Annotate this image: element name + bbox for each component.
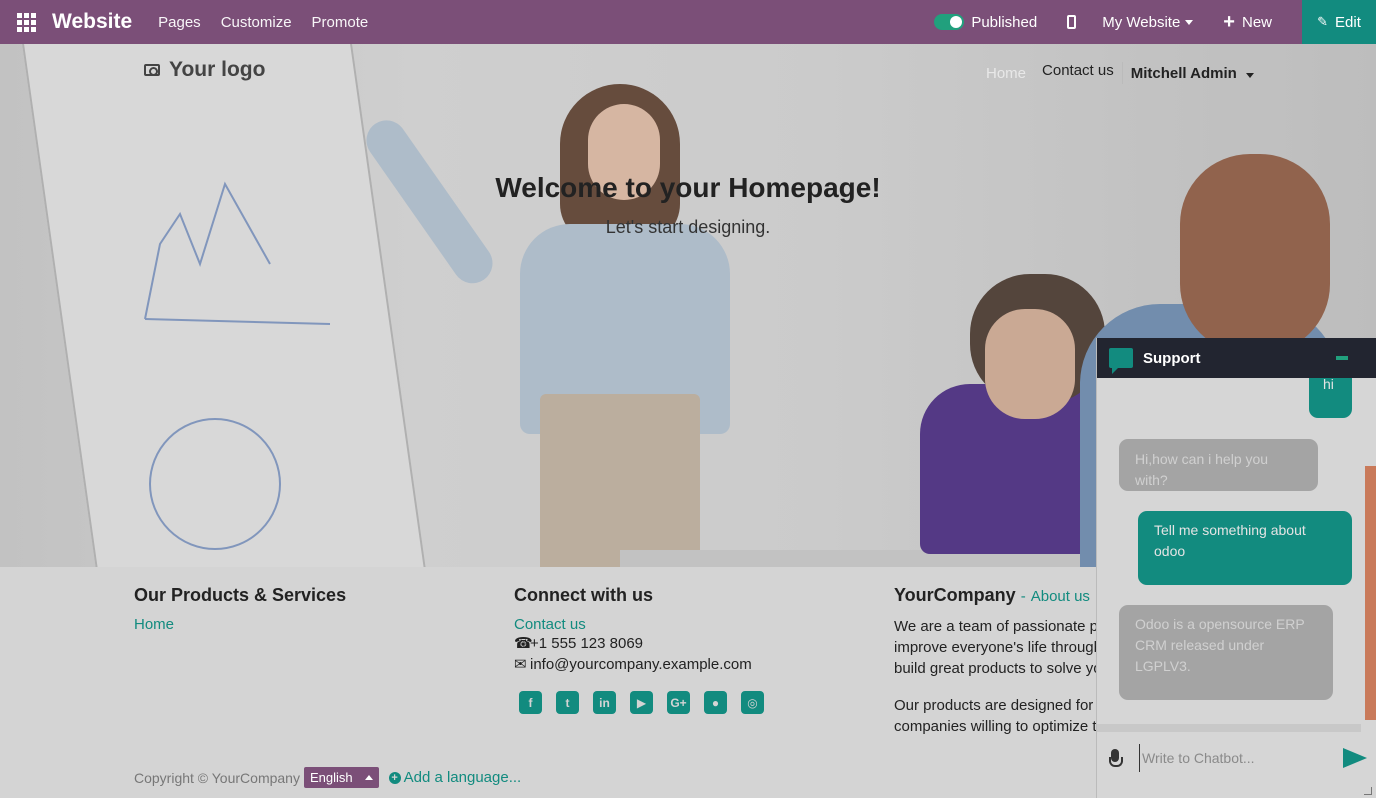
paragraph-line: improve everyone's life through d xyxy=(894,639,1096,656)
footer-home-link[interactable]: Home xyxy=(134,616,346,633)
company-paragraph-2: Our products are designed for sn compani… xyxy=(894,695,1096,737)
send-icon[interactable] xyxy=(1343,748,1367,768)
admin-navbar: Website Pages Customize Promote Publishe… xyxy=(0,0,1376,44)
about-dash: - xyxy=(1020,588,1026,605)
site-logo[interactable]: Your logo xyxy=(144,58,265,82)
about-us-link[interactable]: About us xyxy=(1031,588,1090,605)
chat-horizontal-scrollbar[interactable] xyxy=(1097,724,1361,732)
github-icon[interactable]: ● xyxy=(704,691,727,714)
published-label: Published xyxy=(971,13,1038,31)
paragraph-line: Our products are designed for sn xyxy=(894,697,1096,714)
chat-scrollbar[interactable] xyxy=(1365,378,1376,723)
admin-navbar-right: Published My Website + New ✎ Edit xyxy=(934,0,1376,44)
footer-col-title: Our Products & Services xyxy=(134,585,347,605)
app-title[interactable]: Website xyxy=(52,10,132,34)
caret-up-icon xyxy=(364,775,373,780)
linkedin-icon[interactable]: in xyxy=(593,691,616,714)
phone-icon: ☎ xyxy=(514,635,533,652)
hero-subtitle: Let's start designing. xyxy=(605,217,771,237)
chat-scrollbar-thumb[interactable] xyxy=(1365,466,1376,720)
paragraph-line: build great products to solve you xyxy=(894,660,1096,677)
chat-message-user: hi xyxy=(1309,378,1352,418)
new-label: New xyxy=(1241,13,1272,31)
copyright-text: Copyright © YourCompany xyxy=(134,769,300,786)
edit-button[interactable]: ✎ Edit xyxy=(1302,0,1376,44)
hero-title: Welcome to your Homepage! xyxy=(495,172,881,203)
logo-text: Your logo xyxy=(169,58,266,81)
language-selector[interactable]: English xyxy=(303,767,379,788)
footer-col-title: Connect with us xyxy=(514,585,653,605)
chat-title: Support xyxy=(1143,349,1201,367)
toggle-switch-icon xyxy=(934,14,965,30)
chat-messages: hi Hi,how can i help you with? Tell me s… xyxy=(1097,378,1365,723)
chat-header[interactable]: Support xyxy=(1097,338,1376,378)
phone-text: +1 555 123 8069 xyxy=(530,635,644,652)
nav-contact-link[interactable]: Contact us xyxy=(1042,62,1123,84)
language-label: English xyxy=(309,770,353,785)
publish-toggle[interactable]: Published xyxy=(934,14,1037,31)
plus-icon: + xyxy=(1223,11,1235,33)
paragraph-line: We are a team of passionate peo xyxy=(894,618,1096,635)
microphone-icon[interactable] xyxy=(1109,749,1123,767)
site-nav: Home Contact us Mitchell Admin xyxy=(986,62,1255,84)
company-paragraph-1: We are a team of passionate peo improve … xyxy=(894,616,1096,679)
instagram-icon[interactable]: ◎ xyxy=(741,691,764,714)
menu-customize[interactable]: Customize xyxy=(221,14,292,31)
add-language-link[interactable]: + Add a language... xyxy=(388,769,522,786)
chat-input[interactable] xyxy=(1139,744,1329,772)
apps-menu-button[interactable] xyxy=(0,0,52,44)
my-website-label: My Website xyxy=(1102,13,1181,31)
social-links: f t in ▶ G+ ● ◎ xyxy=(519,691,764,714)
chat-bubble-icon xyxy=(1109,348,1133,374)
nav-home-link[interactable]: Home xyxy=(986,65,1026,82)
resize-handle-icon[interactable] xyxy=(1364,787,1372,795)
envelope-icon: ✉ xyxy=(514,656,527,673)
pencil-icon: ✎ xyxy=(1317,14,1329,29)
footer-col-products: Our Products & Services Home xyxy=(134,585,346,633)
add-language-label: Add a language... xyxy=(403,769,522,786)
footer-phone: ☎+1 555 123 8069 xyxy=(514,633,764,654)
chat-composer xyxy=(1097,738,1376,778)
footer-copyright-row: Copyright © YourCompany English + Add a … xyxy=(134,767,521,788)
footer-col-company: YourCompany - About us We are a team of … xyxy=(894,585,1096,737)
user-name: Mitchell Admin xyxy=(1130,64,1237,82)
new-button[interactable]: + New xyxy=(1223,12,1272,32)
facebook-icon[interactable]: f xyxy=(519,691,542,714)
chat-message-bot: Hi,how can i help you with? xyxy=(1119,439,1318,491)
my-website-dropdown[interactable]: My Website xyxy=(1102,13,1194,31)
caret-down-icon xyxy=(1246,72,1255,78)
email-text: info@yourcompany.example.com xyxy=(530,656,752,673)
menu-pages[interactable]: Pages xyxy=(158,14,201,31)
edit-label: Edit xyxy=(1335,13,1361,31)
company-name: YourCompany xyxy=(894,585,1016,605)
chat-message-user: Tell me something about odoo xyxy=(1138,511,1352,585)
footer-email: ✉ info@yourcompany.example.com xyxy=(514,654,764,675)
minimize-icon[interactable] xyxy=(1336,356,1348,360)
google-plus-icon[interactable]: G+ xyxy=(667,691,690,714)
user-menu-dropdown[interactable]: Mitchell Admin xyxy=(1130,64,1255,82)
chat-message-bot: Odoo is a opensource ERP CRM released un… xyxy=(1119,605,1333,700)
camera-icon xyxy=(144,64,160,76)
apps-grid-icon xyxy=(16,12,36,32)
paragraph-line: companies willing to optimize the xyxy=(894,718,1096,735)
menu-promote[interactable]: Promote xyxy=(312,14,369,31)
support-chat-window: Support hi Hi,how can i help you with? T… xyxy=(1096,338,1376,798)
youtube-icon[interactable]: ▶ xyxy=(630,691,653,714)
mobile-preview-icon[interactable] xyxy=(1067,15,1077,29)
caret-down-icon xyxy=(1185,19,1194,25)
twitter-icon[interactable]: t xyxy=(556,691,579,714)
footer-col-title: YourCompany - About us xyxy=(894,585,1096,606)
footer-contact-link[interactable]: Contact us xyxy=(514,616,764,633)
plus-circle-icon: + xyxy=(388,771,401,784)
footer-col-connect: Connect with us Contact us ☎+1 555 123 8… xyxy=(514,585,764,714)
